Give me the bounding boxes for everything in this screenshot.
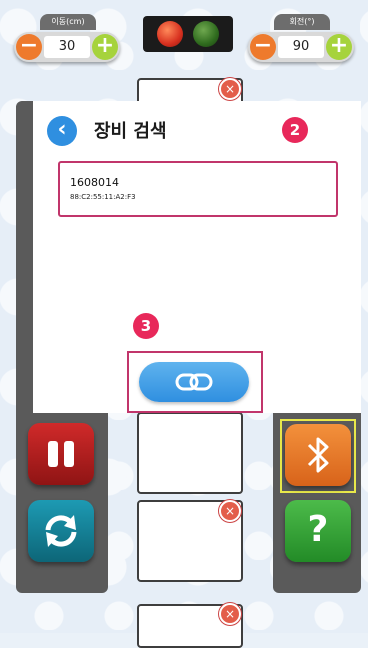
slot-close-icon[interactable]: × — [219, 500, 241, 522]
marker-2: 2 — [282, 117, 308, 143]
traffic-lights — [143, 16, 233, 52]
bluetooth-icon — [307, 437, 329, 473]
bluetooth-button[interactable] — [285, 424, 351, 486]
rotation-plus-button[interactable]: + — [326, 34, 352, 60]
connect-highlight — [127, 351, 263, 413]
pause-button[interactable] — [28, 423, 94, 485]
slot-close-icon[interactable]: × — [219, 603, 241, 625]
distance-minus-button[interactable]: − — [16, 34, 42, 60]
refresh-button[interactable] — [28, 500, 94, 562]
help-button[interactable]: ? — [285, 500, 351, 562]
marker-3: 3 — [133, 313, 159, 339]
slot-close-icon[interactable]: × — [219, 78, 241, 100]
rotation-stepper: 회전(°) − 90 + — [248, 14, 354, 66]
distance-label: 이동(cm) — [40, 14, 96, 30]
back-button[interactable]: ‹ — [47, 116, 77, 146]
link-icon — [175, 373, 213, 391]
rotation-label: 회전(°) — [274, 14, 330, 30]
rotation-bar: − 90 + — [248, 32, 354, 62]
device-list-item[interactable]: 1608014 88:C2:55:11:A2:F3 — [58, 161, 338, 217]
rotation-value[interactable]: 90 — [278, 36, 324, 58]
device-mac-address: 88:C2:55:11:A2:F3 — [70, 193, 136, 201]
rotation-minus-button[interactable]: − — [250, 34, 276, 60]
distance-bar: − 30 + — [14, 32, 120, 62]
green-light-icon — [193, 21, 219, 47]
distance-plus-button[interactable]: + — [92, 34, 118, 60]
pause-icon — [48, 441, 74, 467]
program-slot[interactable] — [137, 412, 243, 494]
distance-value[interactable]: 30 — [44, 36, 90, 58]
refresh-icon — [45, 515, 77, 547]
distance-stepper: 이동(cm) − 30 + — [14, 14, 120, 66]
dialog-title: 장비 검색 — [94, 121, 167, 142]
red-light-icon — [157, 21, 183, 47]
device-name: 1608014 — [70, 176, 119, 189]
connect-button[interactable] — [139, 362, 249, 402]
